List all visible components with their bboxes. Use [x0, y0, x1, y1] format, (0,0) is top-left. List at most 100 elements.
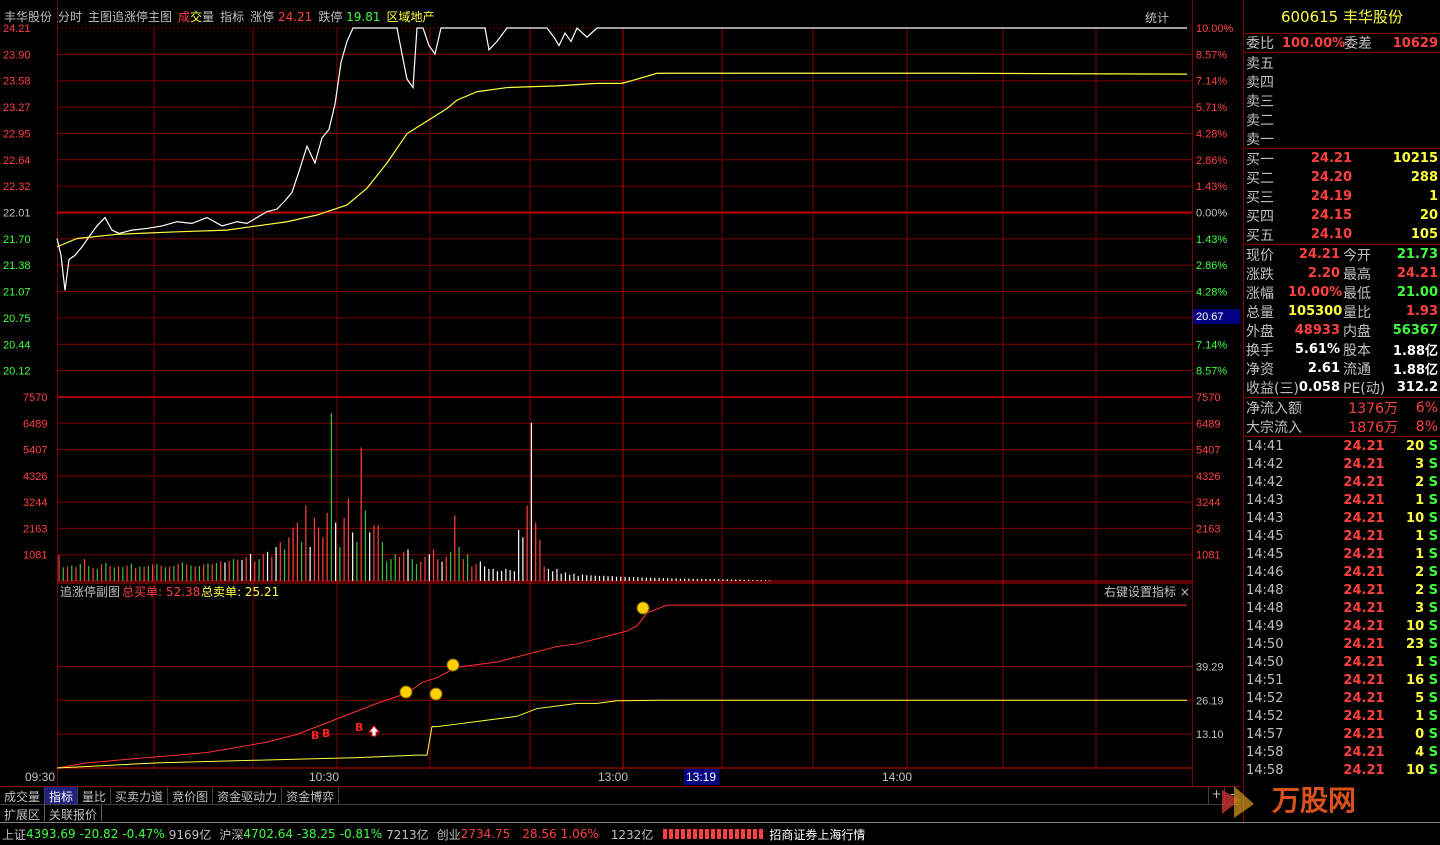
tick-row: 14:52 24.21 5 S	[1246, 690, 1438, 706]
volume-tick-label: 2163	[23, 523, 47, 535]
buy-signal-marker: B	[322, 727, 330, 740]
tab-indicator[interactable]: 指标	[45, 787, 79, 804]
chart-canvas[interactable]: 24.21 10.00%23.90 8.57%23.58 7.14%23.27 5.71…	[0, 0, 1240, 786]
cy-change: 28.56	[522, 827, 557, 841]
limit-up-info: 涨停 24.21	[250, 10, 313, 24]
volume-tick-label: 3244	[23, 497, 47, 509]
volume-tick-label-right: 7570	[1196, 392, 1220, 404]
tick-row: 14:57 24.21 0 S	[1246, 726, 1438, 742]
tick-list[interactable]: 14:41 24.21 20 S 14:42 24.21 3 S 14:42 24.21 2 S 14:…	[1244, 437, 1440, 779]
sub-title: 追涨停副图	[60, 584, 120, 599]
price-tick-label: 20.12	[3, 366, 31, 378]
sell-level-row: 卖二	[1246, 112, 1274, 129]
flow-block: 净流入额 1376万 6% 大宗流入 1876万 8%	[1244, 398, 1440, 437]
cy-amount: 1232亿	[610, 827, 654, 842]
tick-row: 14:46 24.21 2 S	[1246, 564, 1438, 580]
buy-level-row: 买三 24.19 1	[1246, 189, 1438, 206]
signal-face-icon	[399, 685, 413, 699]
limit-down-info: 跌停 19.81	[318, 10, 381, 24]
chart-right-border	[1192, 0, 1193, 786]
pct-tick-label: 8.57%	[1196, 366, 1227, 378]
flow-row: 大宗流入 1876万 8%	[1246, 418, 1438, 436]
volume-tick-label-right: 2163	[1196, 523, 1220, 535]
tab-fenshi[interactable]: 分时	[58, 8, 82, 25]
stat-row: 外盘 48933 内盘 56367	[1246, 323, 1438, 340]
tick-row: 14:43 24.21 10 S	[1246, 510, 1438, 526]
tick-row: 14:58 24.21 10 S	[1246, 762, 1438, 778]
sell-book: 卖五 卖四 卖三 卖二 卖一	[1244, 53, 1440, 149]
volume-tick-label: 7570	[23, 392, 47, 404]
sub-settings-label: 右键设置指标 ×	[1104, 584, 1190, 599]
sh-change: -20.82	[79, 827, 119, 841]
buy-level-row: 买二 24.20 288	[1246, 170, 1438, 187]
sell-level-row: 卖一	[1246, 131, 1274, 148]
pct-tick-label: 7.14%	[1196, 76, 1227, 88]
price-line	[56, 26, 1187, 291]
price-tick-label: 22.32	[3, 181, 31, 193]
tick-row: 14:58 24.21 4 S	[1246, 744, 1438, 760]
buy-level-row: 买一 24.21 10215	[1246, 151, 1438, 168]
tab-related-quotes[interactable]: 关联报价	[45, 805, 103, 822]
sz-change: -38.25	[296, 827, 336, 841]
pct-tick-label: 4.28%	[1196, 128, 1227, 140]
stat-row: 现价 24.21 今开 21.73	[1246, 247, 1438, 264]
price-tick-label: 20.75	[3, 313, 31, 325]
watermark-logo: 万股网	[1222, 784, 1356, 818]
sh-value: 4393.69	[26, 827, 76, 841]
pct-tick-label: 7.14%	[1196, 339, 1227, 351]
buy-order-line	[56, 604, 1187, 769]
tab-buy-sell-force[interactable]: 买卖力道	[111, 787, 169, 804]
price-tick-label: 23.27	[3, 102, 31, 114]
price-tick-label: 23.58	[3, 76, 31, 88]
sector-label[interactable]: 区域地产	[387, 8, 435, 25]
cursor-value-label: 20.67	[1196, 311, 1224, 323]
price-tick-label: 22.95	[3, 128, 31, 140]
signal-face-icon	[446, 658, 460, 672]
tab-capital-drive[interactable]: 资金驱动力	[213, 787, 283, 804]
broker-label: 招商证券上海行情	[769, 827, 866, 842]
buy-level-row: 买四 24.15 20	[1246, 208, 1438, 225]
price-tick-label: 22.64	[3, 155, 31, 167]
tick-row: 14:42 24.21 3 S	[1246, 456, 1438, 472]
stat-row: 涨幅 10.00% 最低 21.00	[1246, 285, 1438, 302]
tab-volume[interactable]: 成交量	[0, 787, 46, 804]
indicator-label[interactable]: 指标	[220, 8, 244, 25]
stats-button[interactable]: 统计	[1145, 9, 1169, 26]
flow-row: 净流入额 1376万 6%	[1246, 399, 1438, 417]
tab-auction[interactable]: 竞价图	[168, 787, 214, 804]
tab-capital-game[interactable]: 资金博弈	[282, 787, 340, 804]
stats-block: 现价 24.21 今开 21.73 涨跌 2.20 最高 24.21 涨幅 10.00% 最低 21.…	[1244, 245, 1440, 398]
tab-extension[interactable]: 扩展区	[0, 805, 46, 822]
sz-amount: 7213亿	[386, 827, 429, 842]
cy-value: 2734.75	[460, 827, 511, 841]
tab-main-chart[interactable]: 主图追涨停主图	[88, 8, 172, 25]
sh-label: 上证	[2, 827, 27, 842]
stat-row: 净资 2.61 流通 1.88亿	[1246, 361, 1438, 378]
sub-buy-label: 总买单: 52.38	[122, 585, 200, 599]
tick-row: 14:50 24.21 1 S	[1246, 654, 1438, 670]
sh-pct: -0.47%	[122, 827, 165, 841]
sub-sell-label: 总卖单: 25.21	[201, 585, 279, 599]
tab-volume-ratio[interactable]: 量比	[78, 787, 112, 804]
stock-name: 丰华股份	[4, 10, 53, 24]
buy-level-row: 买五 24.10 105	[1246, 227, 1438, 244]
time-label: 13:00	[598, 770, 628, 784]
buy-signal-marker: B	[355, 721, 363, 734]
buy-book: 买一 24.21 10215 买二 24.20 288 买三 24.19 1 买四 24.15 20 买…	[1244, 149, 1440, 245]
volume-indicator-label[interactable]: 成交量	[178, 8, 214, 25]
tick-row: 14:51 24.21 16 S	[1246, 672, 1438, 688]
sell-level-row: 卖五	[1246, 55, 1274, 72]
price-tick-label: 22.01	[3, 208, 31, 220]
stat-row: 收益(三) 0.058 PE(动) 312.2	[1246, 380, 1438, 397]
sz-label: 沪深	[219, 827, 244, 842]
pct-tick-label: 5.71%	[1196, 102, 1227, 114]
stat-row: 换手 5.61% 股本 1.88亿	[1246, 342, 1438, 359]
pct-tick-label: 0.00%	[1196, 208, 1227, 220]
volume-tick-label: 1081	[23, 550, 47, 562]
intraday-chart[interactable]: 24.21 10.00% 23.90 8.57% 23.58 7.14% 23.27 5.71…	[0, 0, 1240, 786]
pct-tick-label: 8.57%	[1196, 49, 1227, 61]
volume-tick-label: 4326	[23, 471, 47, 483]
volume-tick-label: 6489	[23, 418, 47, 430]
price-tick-label: 20.44	[3, 339, 31, 351]
sz-pct: -0.81%	[339, 827, 383, 841]
